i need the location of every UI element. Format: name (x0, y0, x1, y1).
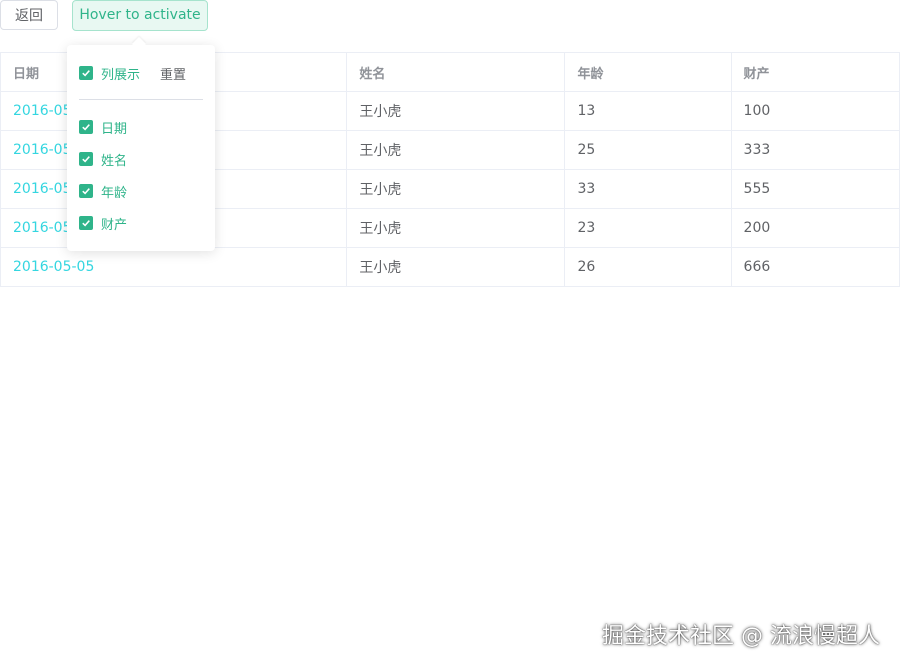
age-cell: 26 (564, 247, 732, 287)
age-cell: 33 (564, 169, 732, 209)
checkbox-checked-icon (79, 152, 93, 166)
name-cell: 王小虎 (346, 91, 566, 131)
column-checkbox-label: 姓名 (101, 153, 128, 169)
age-cell: 13 (564, 91, 732, 131)
column-settings-popover: 列展示 重置 日期 姓名 年龄 财产 (67, 36, 215, 251)
name-cell: 王小虎 (346, 208, 566, 248)
name-cell: 王小虎 (346, 169, 566, 209)
column-checkbox-label: 年龄 (101, 185, 128, 201)
column-checkbox-label: 日期 (101, 121, 128, 137)
column-checkbox-assets[interactable]: 财产 (79, 213, 127, 233)
hover-activate-button[interactable]: Hover to activate (72, 0, 208, 31)
assets-cell: 555 (730, 169, 900, 209)
age-cell: 23 (564, 208, 732, 248)
show-all-checkbox[interactable]: 列展示 (79, 63, 140, 83)
column-header-age: 年龄 (564, 52, 732, 92)
popover-divider (79, 99, 203, 100)
name-cell: 王小虎 (346, 130, 566, 170)
watermark: 掘金技术社区 @ 流浪慢超人 (602, 624, 880, 649)
checkbox-checked-icon (79, 66, 93, 80)
checkbox-checked-icon (79, 120, 93, 134)
table-row: 2016-05-05 王小虎 26 666 (0, 247, 900, 287)
assets-cell: 666 (730, 247, 900, 287)
column-header-assets: 财产 (730, 52, 900, 92)
assets-cell: 100 (730, 91, 900, 131)
date-cell[interactable]: 2016-05-05 (0, 247, 348, 287)
column-checkbox-age[interactable]: 年龄 (79, 181, 127, 201)
checkbox-checked-icon (79, 216, 93, 230)
column-checkbox-name[interactable]: 姓名 (79, 149, 127, 169)
checkbox-checked-icon (79, 184, 93, 198)
age-cell: 25 (564, 130, 732, 170)
column-header-name: 姓名 (346, 52, 566, 92)
column-checkbox-date[interactable]: 日期 (79, 117, 127, 137)
assets-cell: 333 (730, 130, 900, 170)
show-all-label: 列展示 (101, 67, 141, 83)
name-cell: 王小虎 (346, 247, 566, 287)
back-button[interactable]: 返回 (0, 0, 58, 30)
assets-cell: 200 (730, 208, 900, 248)
reset-button[interactable]: 重置 (160, 64, 186, 83)
column-checkbox-label: 财产 (101, 217, 128, 233)
popover-arrow (131, 36, 147, 52)
